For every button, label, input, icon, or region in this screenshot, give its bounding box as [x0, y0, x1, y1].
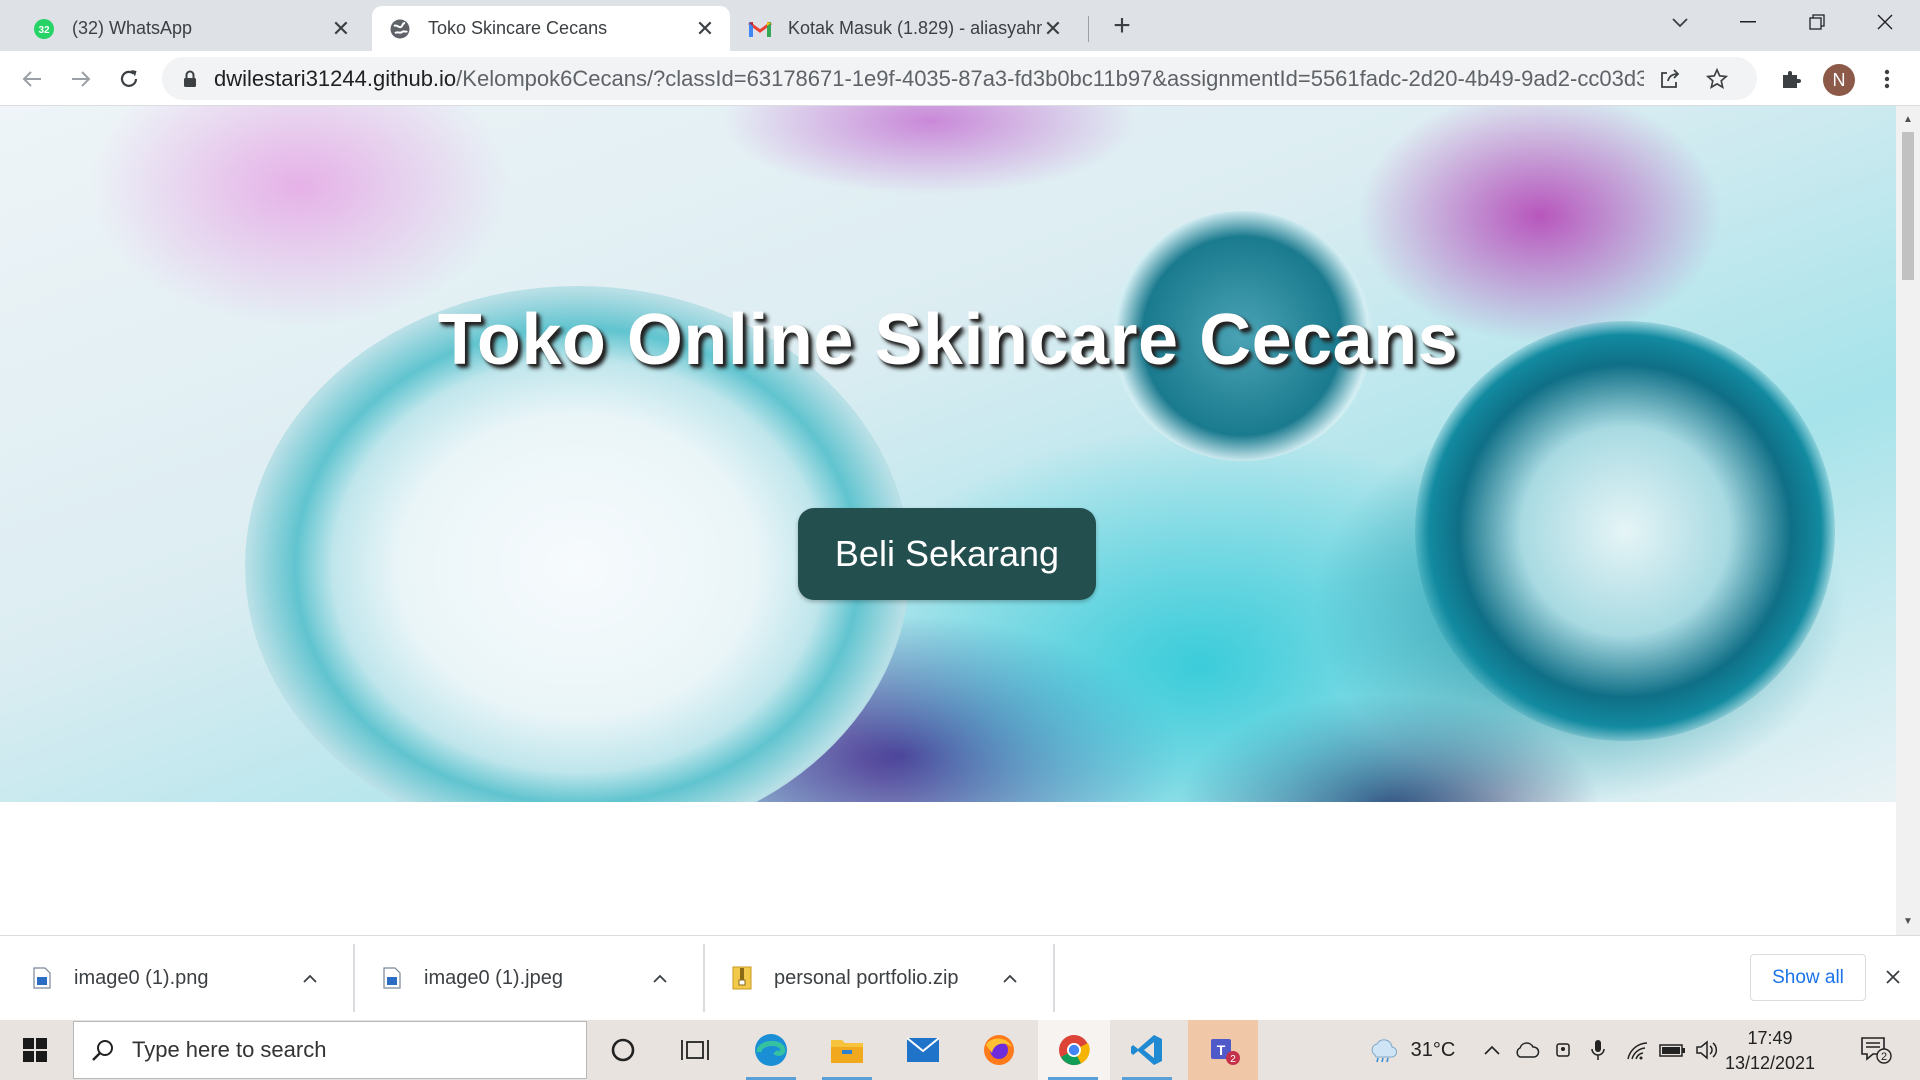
bookmark-star-icon[interactable]: [1704, 66, 1730, 92]
tab-strip: 32 (32) WhatsApp ✕ Toko Skincare Cecans …: [0, 0, 1920, 51]
chevron-up-icon[interactable]: [1478, 1020, 1506, 1080]
menu-kebab-icon[interactable]: [1868, 60, 1906, 98]
download-bar: image0 (1).png image0 (1).jpeg personal …: [0, 935, 1920, 1020]
share-icon[interactable]: [1657, 66, 1683, 92]
whatsapp-badge: 32: [38, 25, 50, 36]
url-path: /Kelompok6Cecans/?classId=63178671-1e9f-…: [456, 65, 1644, 91]
notification-count: 2: [1881, 1051, 1887, 1063]
image-file-icon: [380, 964, 404, 992]
zip-file-icon: [730, 964, 754, 992]
close-tab-icon[interactable]: ✕: [330, 16, 352, 41]
clock-time: 17:49: [1747, 1028, 1793, 1048]
search-placeholder: Type here to search: [132, 1037, 327, 1062]
taskbar-search-box[interactable]: Type here to search: [73, 1021, 587, 1079]
forward-arrow-icon[interactable]: [62, 60, 100, 98]
flower-dish-image: [1415, 321, 1835, 741]
hero-banner: Toko Online Skincare Cecans Beli Sekaran…: [0, 106, 1896, 802]
tab-search-chevron-icon[interactable]: [1645, 0, 1715, 44]
volume-icon[interactable]: [1693, 1020, 1723, 1080]
page-scrollbar[interactable]: ▲ ▼: [1896, 106, 1920, 935]
microphone-icon[interactable]: [1584, 1020, 1612, 1080]
tab-title: (32) WhatsApp: [72, 18, 193, 38]
close-tab-icon[interactable]: ✕: [1042, 16, 1064, 41]
mail-icon[interactable]: [888, 1020, 958, 1080]
profile-avatar[interactable]: N: [1823, 64, 1855, 96]
tab-toko-skincare[interactable]: Toko Skincare Cecans ✕: [372, 6, 730, 51]
vscode-icon[interactable]: [1112, 1020, 1182, 1080]
chrome-icon[interactable]: [1038, 1020, 1110, 1080]
firefox-icon[interactable]: [964, 1020, 1034, 1080]
minimize-icon[interactable]: [1713, 0, 1783, 44]
url-host: dwilestari31244.github.io: [214, 65, 457, 91]
scroll-up-arrow-icon[interactable]: ▲: [1902, 112, 1914, 126]
clock-date: 13/12/2021: [1724, 1053, 1816, 1073]
hero-decoration: [720, 106, 1140, 196]
lock-icon[interactable]: [180, 70, 200, 88]
weather-icon[interactable]: [1362, 1020, 1402, 1080]
close-tab-icon[interactable]: ✕: [694, 16, 716, 41]
tab-divider: [1088, 16, 1089, 42]
screen: 32 (32) WhatsApp ✕ Toko Skincare Cecans …: [0, 0, 1920, 1080]
download-item[interactable]: image0 (1).png: [0, 944, 350, 1012]
svg-text:T: T: [1217, 1042, 1226, 1058]
gmail-icon: [748, 17, 772, 41]
back-arrow-icon[interactable]: [13, 60, 51, 98]
tab-title: Toko Skincare Cecans: [428, 18, 608, 38]
download-filename: image0 (1).jpeg: [424, 966, 563, 989]
teams-badge: 2: [1230, 1054, 1236, 1065]
taskbar-clock[interactable]: 17:49 13/12/2021: [1720, 1026, 1820, 1076]
meet-now-icon[interactable]: [1550, 1020, 1578, 1080]
show-all-downloads-button[interactable]: Show all: [1750, 954, 1866, 1001]
download-filename: image0 (1).png: [74, 966, 209, 989]
close-window-icon[interactable]: [1850, 0, 1920, 44]
reload-icon[interactable]: [110, 60, 148, 98]
download-item[interactable]: personal portfolio.zip: [700, 944, 1050, 1012]
url-text[interactable]: dwilestari31244.github.io/Kelompok6Cecan…: [214, 66, 1644, 92]
whatsapp-icon: 32: [32, 17, 56, 41]
hero-title: Toko Online Skincare Cecans: [437, 300, 1459, 380]
onedrive-cloud-icon[interactable]: [1512, 1020, 1542, 1080]
close-download-bar-icon[interactable]: [1880, 964, 1906, 990]
edge-browser-icon[interactable]: [736, 1020, 806, 1080]
tab-gmail[interactable]: Kotak Masuk (1.829) - aliasyahna ✕: [732, 6, 1078, 51]
scrollbar-thumb[interactable]: [1902, 132, 1914, 280]
task-view-icon[interactable]: [660, 1020, 730, 1080]
wifi-icon[interactable]: [1622, 1020, 1652, 1080]
address-bar[interactable]: dwilestari31244.github.io/Kelompok6Cecan…: [162, 57, 1757, 100]
browser-toolbar: dwilestari31244.github.io/Kelompok6Cecan…: [0, 51, 1920, 106]
file-explorer-icon[interactable]: [812, 1020, 882, 1080]
globe-icon: [388, 17, 412, 41]
download-filename: personal portfolio.zip: [774, 966, 959, 989]
tab-title: Kotak Masuk (1.829) - aliasyahna: [788, 18, 1042, 38]
battery-icon[interactable]: [1657, 1020, 1689, 1080]
windows-start-icon[interactable]: [0, 1020, 70, 1080]
search-icon: [88, 1038, 118, 1062]
scroll-down-arrow-icon[interactable]: ▼: [1902, 914, 1914, 928]
new-tab-button[interactable]: +: [1106, 9, 1138, 42]
chevron-up-icon[interactable]: [648, 974, 672, 983]
notification-center-icon[interactable]: 2: [1848, 1020, 1904, 1080]
tab-whatsapp[interactable]: 32 (32) WhatsApp ✕: [16, 6, 366, 51]
cortana-icon[interactable]: [588, 1020, 658, 1080]
teams-icon[interactable]: T2: [1188, 1020, 1258, 1080]
windows-taskbar: Type here to search T2 31°C 17:49 13/12/…: [0, 1020, 1920, 1080]
download-item[interactable]: image0 (1).jpeg: [350, 944, 700, 1012]
buy-now-button[interactable]: Beli Sekarang: [798, 508, 1096, 600]
extensions-puzzle-icon[interactable]: [1772, 60, 1810, 98]
chevron-up-icon[interactable]: [298, 974, 322, 983]
weather-temperature[interactable]: 31°C: [1405, 1020, 1461, 1080]
image-file-icon: [30, 964, 54, 992]
restore-icon[interactable]: [1782, 0, 1852, 44]
download-divider: [1053, 944, 1055, 1012]
chevron-up-icon[interactable]: [998, 974, 1022, 983]
page-viewport: Toko Online Skincare Cecans Beli Sekaran…: [0, 106, 1896, 935]
